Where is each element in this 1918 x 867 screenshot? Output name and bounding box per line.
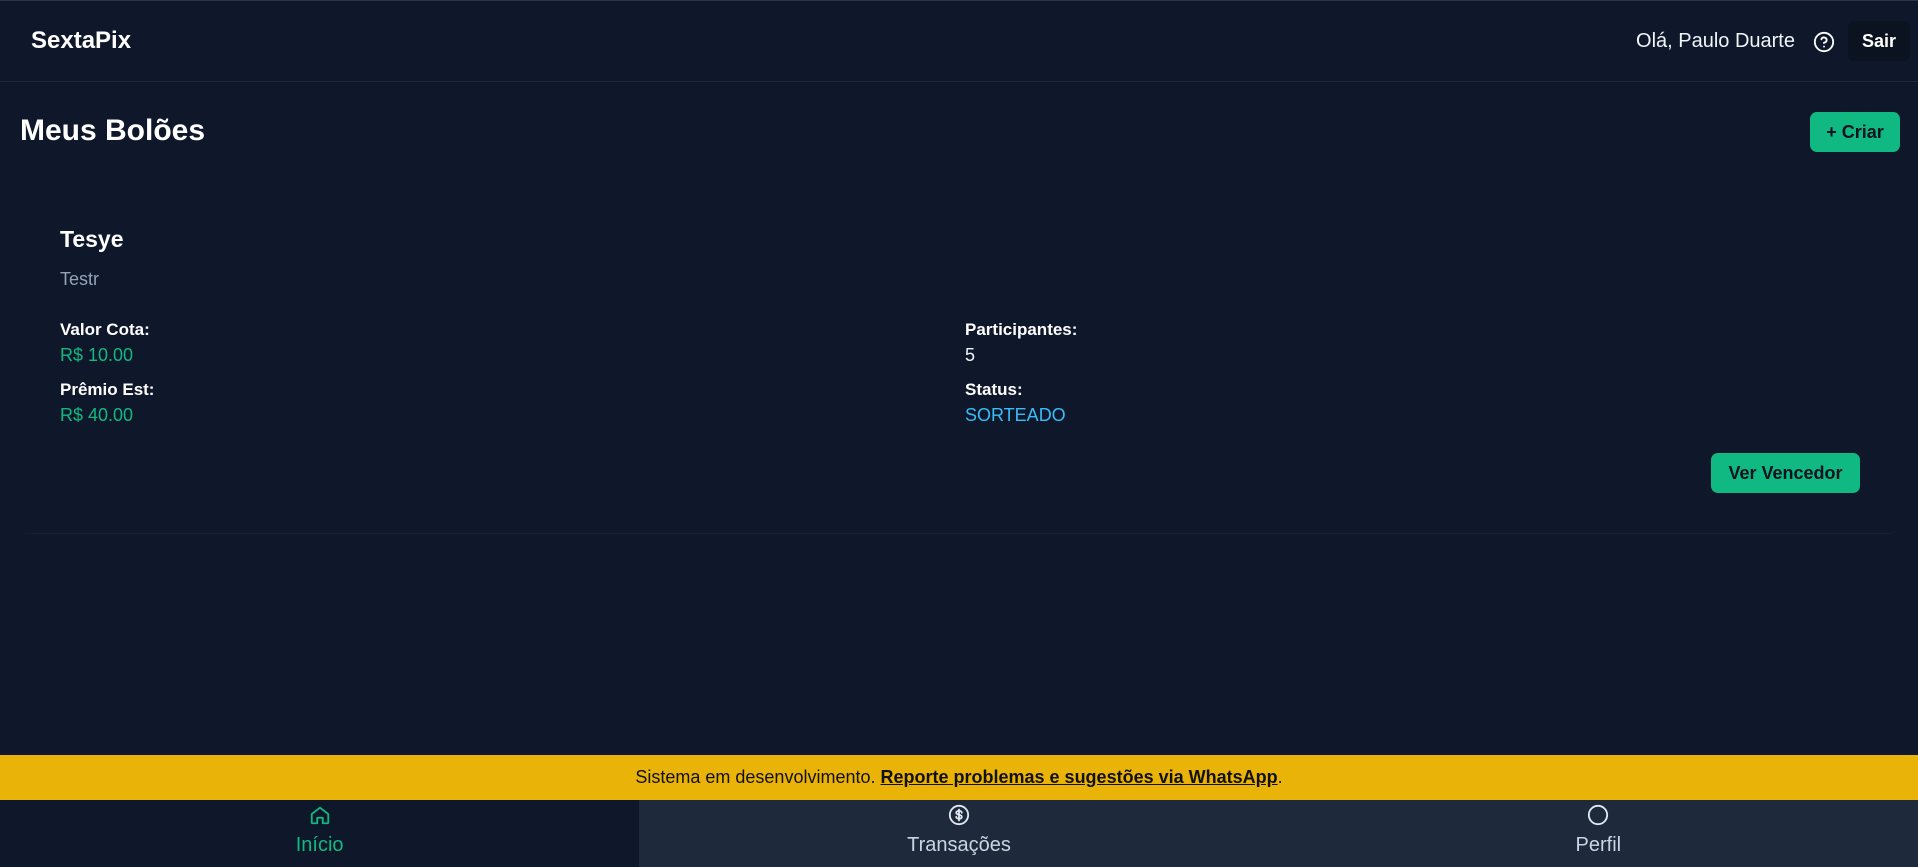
view-winner-button[interactable]: Ver Vencedor <box>1711 453 1860 493</box>
dollar-circle-icon <box>948 804 970 826</box>
nav-item-inicio[interactable]: Início <box>0 800 640 867</box>
nav-label-perfil: Perfil <box>1575 834 1622 856</box>
dev-banner: Sistema em desenvolvimento. Reporte prob… <box>0 755 1918 800</box>
page-title: Meus Bolões <box>20 114 206 147</box>
prize-label: Prêmio Est: <box>60 380 155 399</box>
quota-label: Valor Cota: <box>60 320 150 339</box>
whatsapp-report-link[interactable]: Reporte problemas e sugestões via WhatsA… <box>881 767 1278 788</box>
create-pool-button[interactable]: + Criar <box>1810 112 1900 152</box>
top-bar: SextaPix Olá, Paulo Duarte Sair <box>0 0 1918 82</box>
banner-text: Sistema em desenvolvimento. <box>635 767 876 787</box>
quota-value: R$ 10.00 <box>60 345 134 365</box>
nav-item-transacoes[interactable]: Transações <box>639 800 1279 867</box>
help-circle-icon <box>1813 31 1835 53</box>
home-icon <box>310 806 329 825</box>
pool-name: Tesye <box>60 226 124 252</box>
bottom-nav: Início Transações Perfil <box>0 800 1918 867</box>
brand-logo[interactable]: SextaPix <box>31 27 131 55</box>
participants-label: Participantes: <box>965 320 1078 339</box>
participants-value: 5 <box>965 345 976 365</box>
banner-suffix: . <box>1277 767 1283 787</box>
pool-card: Tesye Testr Valor Cota: R$ 10.00 Prêmio … <box>20 196 1898 534</box>
nav-label-transacoes: Transações <box>907 834 1011 856</box>
pool-description: Testr <box>60 269 100 289</box>
logout-button[interactable]: Sair <box>1848 21 1910 61</box>
nav-label-inicio: Início <box>295 834 344 856</box>
status-value: SORTEADO <box>965 405 1066 425</box>
help-button[interactable] <box>1812 30 1836 54</box>
user-circle-icon <box>1588 804 1609 826</box>
prize-value: R$ 40.00 <box>60 405 134 425</box>
user-greeting: Olá, Paulo Duarte <box>1636 30 1795 52</box>
nav-item-perfil[interactable]: Perfil <box>1278 800 1918 867</box>
status-label: Status: <box>965 380 1023 399</box>
